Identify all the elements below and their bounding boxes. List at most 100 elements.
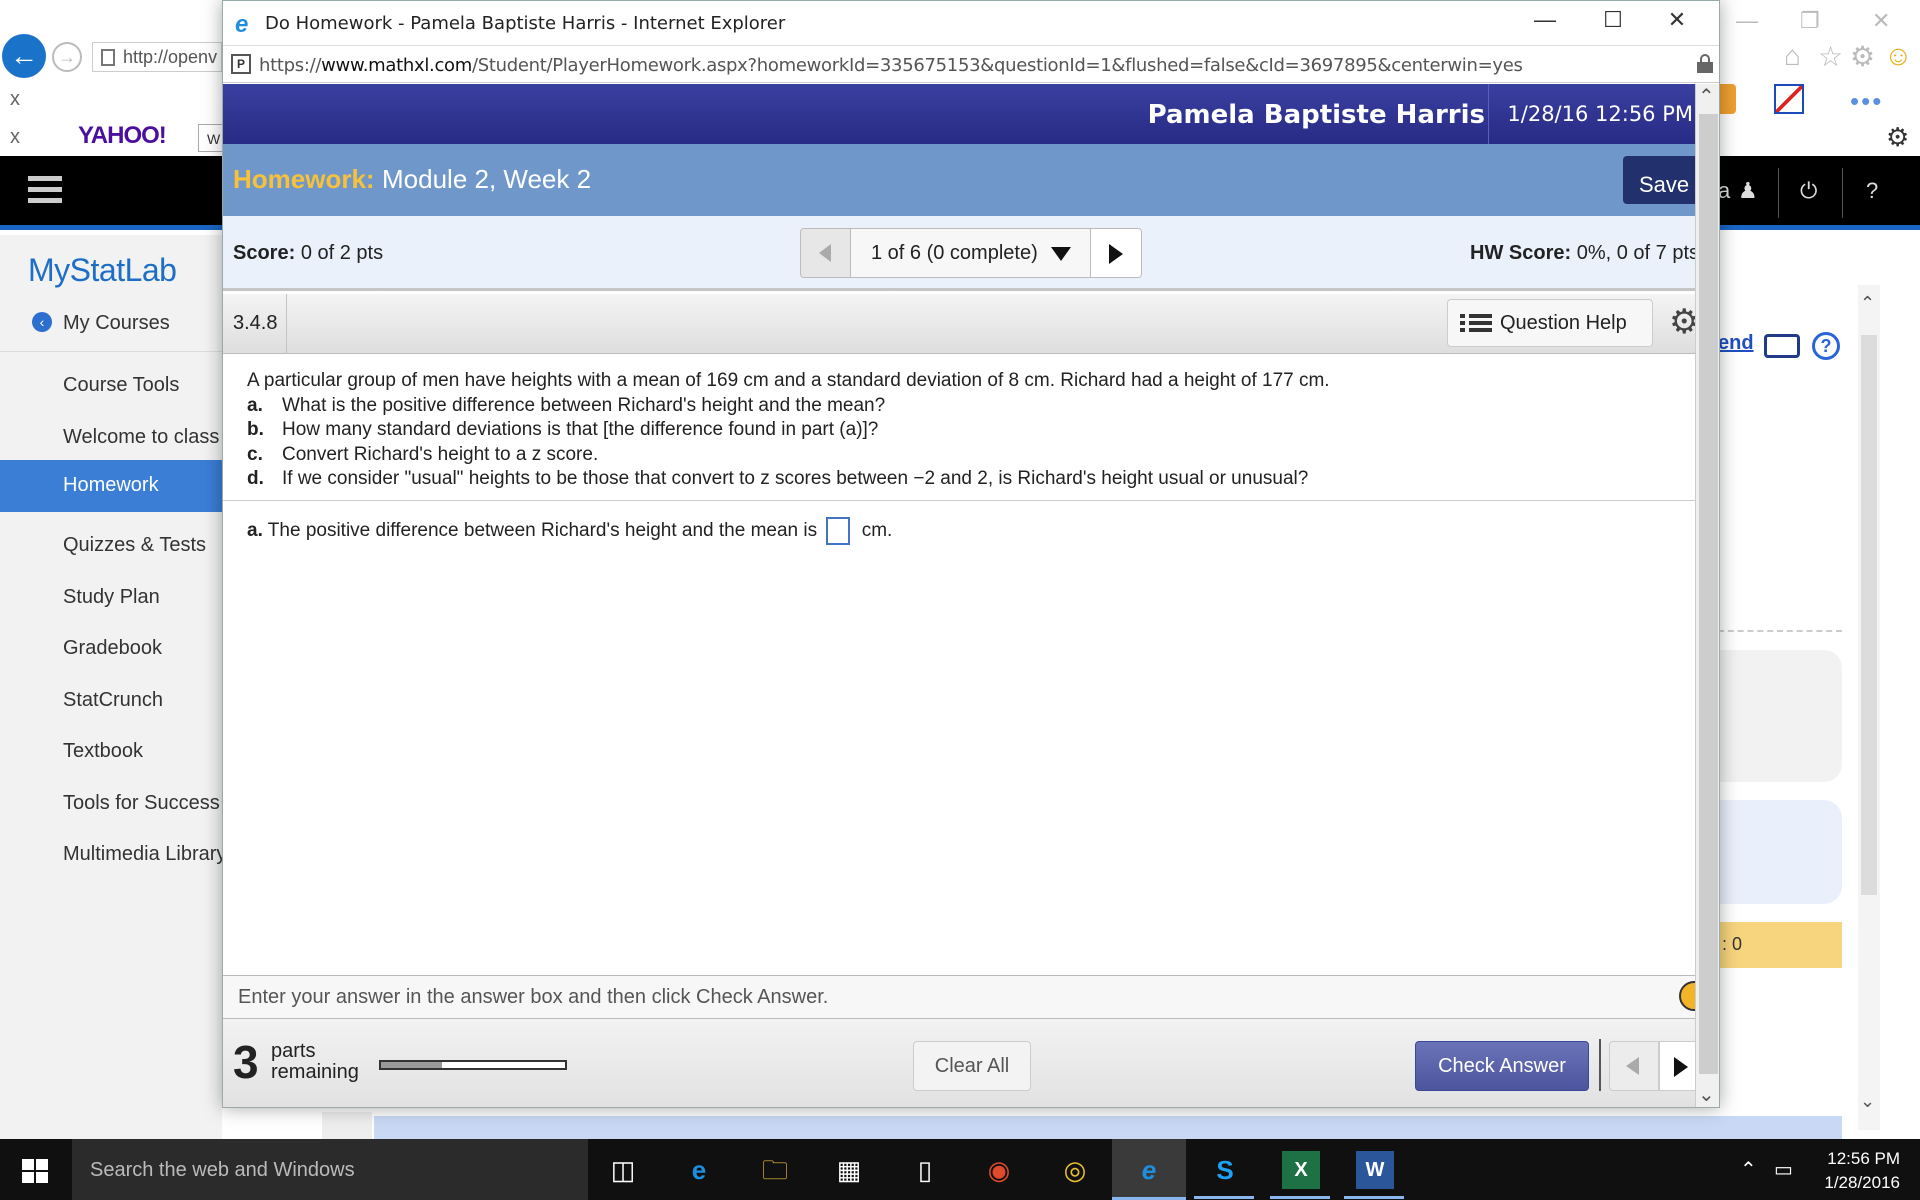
taskbar-search-box[interactable]: Search the web and Windows (72, 1139, 588, 1200)
background-panel (1718, 800, 1842, 904)
more-dots-icon[interactable]: ••• (1850, 86, 1883, 117)
brand-logo[interactable]: MyStatLab (28, 252, 177, 289)
running-app-indicator (1194, 1196, 1254, 1199)
excel-icon[interactable]: X (1282, 1151, 1320, 1189)
status-message: Enter your answer in the answer box and … (223, 975, 1695, 1019)
power-icon[interactable]: ⏻ (1800, 178, 1817, 204)
media-player-icon[interactable]: ◉ (980, 1151, 1018, 1189)
edge-browser-icon[interactable]: e (680, 1151, 718, 1189)
dropdown-triangle-icon (1051, 247, 1071, 261)
close-yahoo-toolbar-icon[interactable]: x (10, 126, 20, 149)
answer-unit: cm. (861, 520, 893, 542)
url-prefix: https:// (259, 55, 322, 76)
close-icon[interactable]: ✕ (1649, 7, 1705, 39)
notification-icon[interactable]: ▭ (1774, 1157, 1793, 1182)
background-minimize-icon[interactable]: — (1736, 8, 1758, 34)
dashed-divider (1718, 630, 1842, 632)
word-icon[interactable]: W (1356, 1151, 1394, 1189)
save-button[interactable]: Save (1623, 156, 1703, 204)
scroll-up-icon[interactable]: ⌃ (1698, 84, 1715, 109)
sidebar-item-tools-for-success[interactable]: Tools for Success (0, 778, 222, 830)
scroll-down-icon[interactable]: ⌄ (1860, 1091, 1875, 1112)
header-datetime: 1/28/16 12:56 PM (1507, 102, 1693, 126)
popup-scrollbar[interactable]: ⌃ ⌄ (1695, 84, 1719, 1107)
windows-start-icon[interactable] (22, 1159, 48, 1183)
favorites-star-icon[interactable]: ☆ (1818, 40, 1843, 73)
scroll-down-icon[interactable]: ⌄ (1698, 1082, 1715, 1107)
sidebar-item-label: Quizzes & Tests (63, 534, 207, 556)
back-arrow-icon[interactable]: ← (2, 34, 46, 78)
question-score: Score: 0 of 2 pts (233, 242, 383, 265)
question-footer: 3 parts remaining Clear All Check Answer (223, 1019, 1699, 1107)
header-divider (1488, 84, 1489, 144)
background-send-link[interactable]: end (1718, 332, 1754, 355)
background-scrollbar[interactable]: ⌃ ⌄ (1858, 285, 1880, 1130)
file-explorer-icon[interactable]: 🗀 (756, 1151, 794, 1189)
close-bing-toolbar-icon[interactable]: x (10, 88, 20, 111)
question-text: A particular group of men have heights w… (223, 355, 1695, 501)
question-toolbar: 3.4.8 Question Help ⚙ (223, 294, 1699, 354)
background-restore-icon[interactable]: ❐ (1800, 8, 1820, 34)
sidebar-item-gradebook[interactable]: Gradebook (0, 623, 222, 675)
user-icon[interactable]: ♟ (1738, 178, 1758, 204)
task-view-icon[interactable]: ◫ (604, 1151, 642, 1189)
background-close-icon[interactable]: ✕ (1872, 8, 1890, 34)
store-icon[interactable]: ▦ (830, 1151, 868, 1189)
check-answer-button[interactable]: Check Answer (1415, 1041, 1589, 1091)
chrome-icon[interactable]: ◎ (1056, 1151, 1094, 1189)
document-icon[interactable]: ▯ (906, 1151, 944, 1189)
sidebar-item-course-tools[interactable]: Course Tools (0, 360, 222, 412)
previous-part-button[interactable] (1609, 1041, 1659, 1091)
minimize-icon[interactable]: — (1517, 7, 1573, 39)
homework-title: Module 2, Week 2 (382, 164, 592, 194)
background-address-text: http://openv (123, 47, 218, 67)
toolbar-gear-icon[interactable]: ⚙ (1886, 122, 1909, 153)
forward-arrow-icon[interactable]: → (52, 42, 82, 72)
print-icon[interactable] (1764, 334, 1800, 358)
lock-icon[interactable] (1697, 54, 1713, 73)
yahoo-logo[interactable]: YAHOO! (78, 122, 167, 150)
smiley-icon[interactable]: ☺ (1884, 40, 1913, 72)
sidebar-item-my-courses[interactable]: ‹ My Courses (0, 298, 222, 350)
question-select-dropdown[interactable]: 1 of 6 (0 complete) (851, 229, 1091, 277)
hw-score: HW Score: 0%, 0 of 7 pts (1470, 242, 1699, 265)
sidebar-item-study-plan[interactable]: Study Plan (0, 572, 222, 624)
part-label: d. (247, 468, 264, 489)
clear-all-button[interactable]: Clear All (913, 1041, 1031, 1091)
sidebar-item-label: Welcome to class (63, 426, 220, 448)
maximize-icon[interactable]: ☐ (1585, 7, 1641, 39)
internet-explorer-icon[interactable]: e (1130, 1151, 1168, 1189)
sidebar-item-welcome[interactable]: Welcome to class (0, 412, 222, 464)
tray-expand-icon[interactable]: ⌃ (1740, 1157, 1757, 1182)
tools-gear-icon[interactable]: ⚙ (1850, 40, 1875, 73)
taskbar-clock[interactable]: 12:56 PM 1/28/2016 (1800, 1147, 1900, 1195)
scrollbar-thumb[interactable] (1861, 335, 1877, 895)
flag-extension-icon[interactable] (1774, 84, 1804, 114)
sidebar-item-multimedia-library[interactable]: Multimedia Library (0, 829, 222, 881)
sidebar-item-statcrunch[interactable]: StatCrunch (0, 675, 222, 727)
popup-url-text: https://www.mathxl.com/Student/PlayerHom… (259, 55, 1523, 76)
scroll-up-icon[interactable]: ⌃ (1860, 293, 1875, 314)
windows-taskbar: Search the web and Windows ◫ e 🗀 ▦ ▯ ◉ ◎… (0, 1139, 1920, 1200)
next-part-button[interactable] (1659, 1041, 1699, 1091)
question-help-button[interactable]: Question Help (1447, 299, 1653, 347)
sidebar-item-label: StatCrunch (63, 689, 164, 711)
sidebar-item-textbook[interactable]: Textbook (0, 726, 222, 778)
background-address-bar[interactable]: http://openv (92, 42, 222, 72)
part-text: How many standard deviations is that [th… (282, 419, 879, 440)
sidebar-item-quizzes-tests[interactable]: Quizzes & Tests (0, 520, 222, 572)
answer-input[interactable] (826, 517, 851, 545)
next-question-button[interactable] (1091, 229, 1141, 277)
part-text: If we consider "usual" heights to be tho… (282, 468, 1309, 489)
skype-icon[interactable]: S (1206, 1151, 1244, 1189)
previous-question-button[interactable] (801, 229, 851, 277)
popup-address-bar[interactable]: P https://www.mathxl.com/Student/PlayerH… (223, 45, 1719, 83)
help-circle-icon[interactable]: ? (1812, 332, 1840, 360)
background-score-panel: : 0 (1718, 922, 1842, 968)
scrollbar-thumb[interactable] (1699, 114, 1718, 1074)
hamburger-menu-icon[interactable] (28, 176, 62, 204)
home-icon[interactable]: ⌂ (1784, 40, 1801, 72)
background-panel (1718, 650, 1842, 782)
sidebar-item-homework[interactable]: Homework (0, 460, 222, 512)
help-icon[interactable]: ? (1866, 178, 1878, 204)
